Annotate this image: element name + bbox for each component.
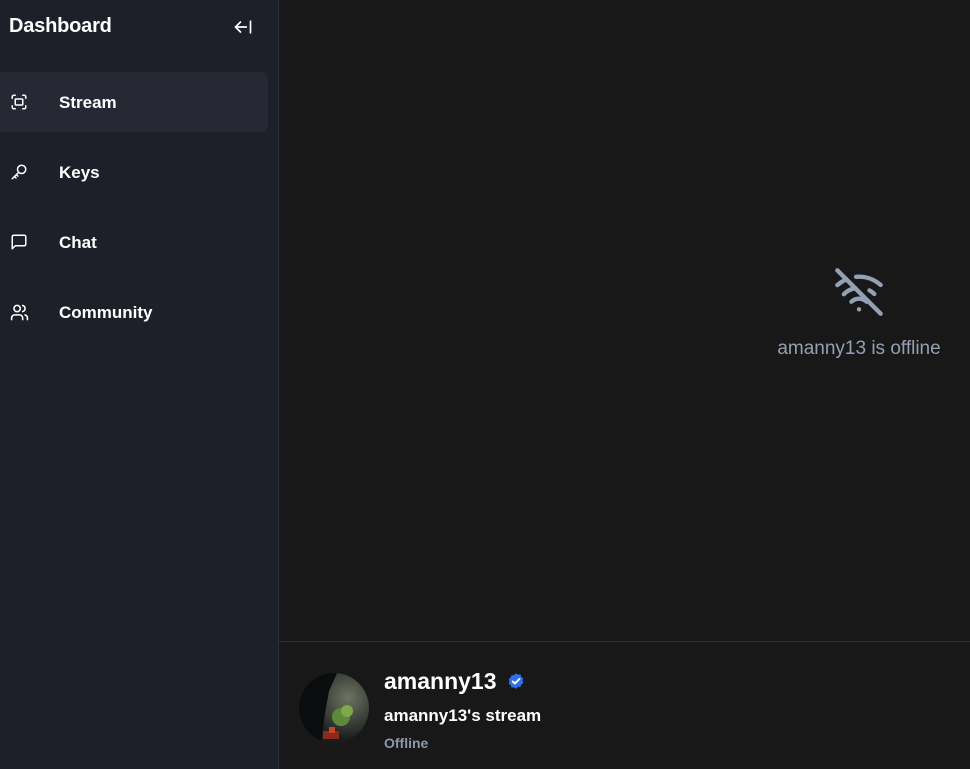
key-icon [9, 162, 29, 182]
sidebar-item-label: Stream [59, 93, 117, 112]
sidebar-item-community[interactable]: Community [0, 282, 268, 342]
sidebar-item-keys[interactable]: Keys [0, 142, 268, 202]
offline-state: amanny13 is offline [759, 266, 959, 360]
stream-status: Offline [384, 735, 429, 751]
stream-title: amanny13's stream [384, 706, 542, 725]
main-content: amanny13 is offline amanny13 amanny13's … [279, 0, 970, 769]
sidebar-nav: Stream Keys Chat Community [0, 72, 279, 352]
app-root: Dashboard Stream Keys Chat Community ama… [0, 0, 970, 769]
sidebar-header: Dashboard [0, 0, 279, 54]
sidebar: Dashboard Stream Keys Chat Community [0, 0, 279, 769]
video-player[interactable]: amanny13 is offline [279, 0, 970, 642]
sidebar-title: Dashboard [9, 15, 112, 37]
avatar[interactable] [299, 673, 369, 743]
users-icon [9, 302, 29, 322]
stream-info: amanny13 amanny13's stream Offline [279, 643, 970, 769]
verified-badge-icon [508, 673, 524, 689]
message-square-icon [9, 232, 29, 252]
wifi-off-icon [835, 268, 883, 316]
sidebar-item-stream[interactable]: Stream [0, 72, 268, 132]
sidebar-item-label: Keys [59, 163, 100, 182]
fullscreen-scan-icon [9, 92, 29, 112]
sidebar-item-chat[interactable]: Chat [0, 212, 268, 272]
streamer-username[interactable]: amanny13 [384, 668, 497, 695]
sidebar-item-label: Chat [59, 233, 97, 252]
collapse-sidebar-button[interactable] [230, 14, 256, 40]
offline-message: amanny13 is offline [777, 338, 941, 359]
sidebar-item-label: Community [59, 303, 153, 322]
arrow-left-to-line-icon [234, 20, 252, 34]
